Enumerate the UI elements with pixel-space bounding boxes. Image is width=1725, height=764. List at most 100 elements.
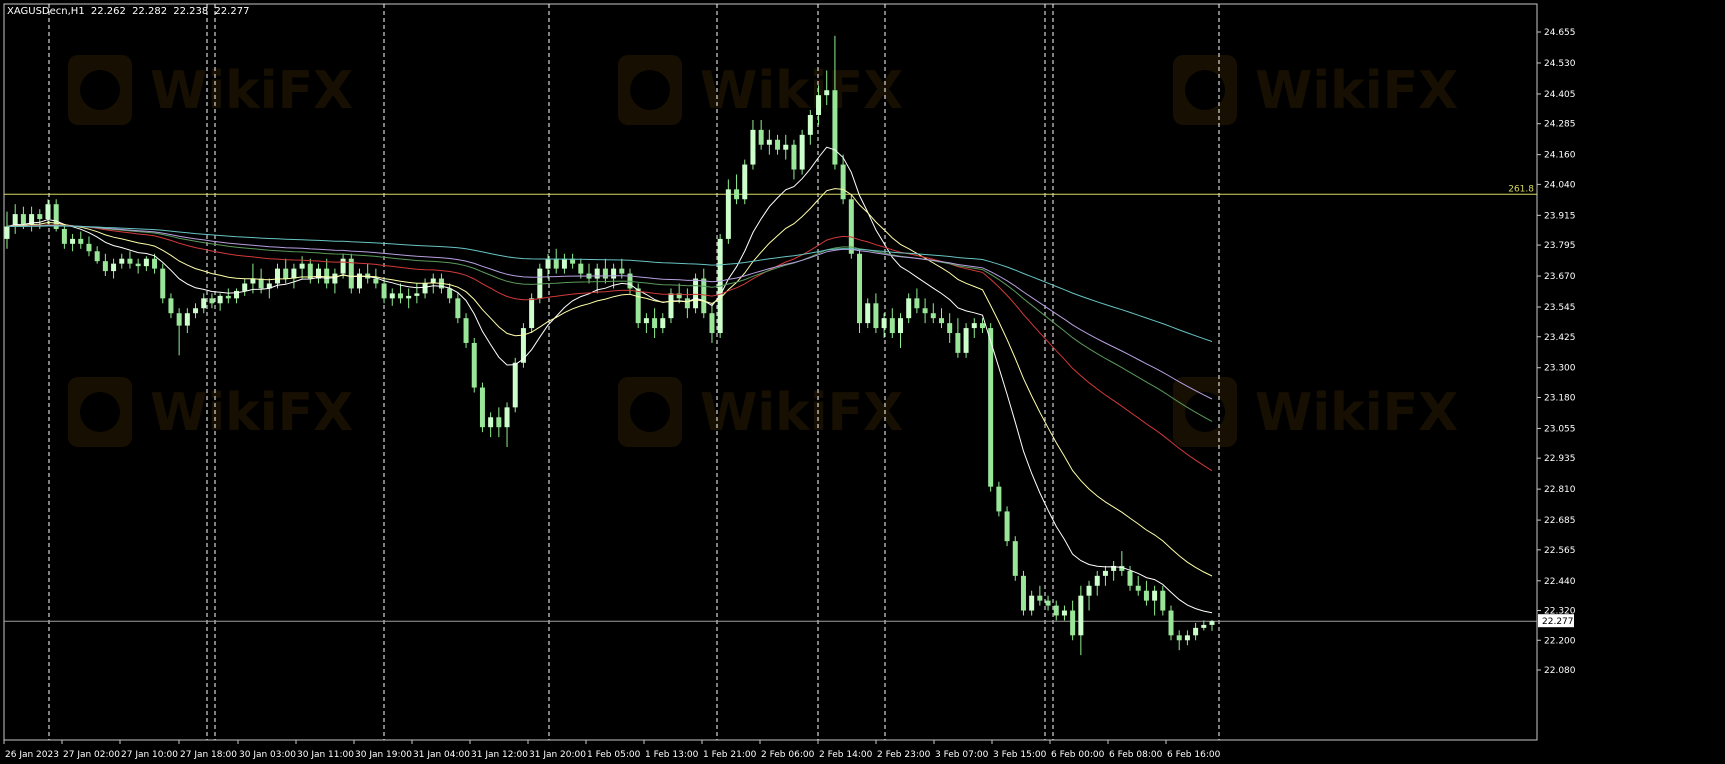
watermark-text: WikiFX [700, 383, 903, 443]
watermark-eagle-icon [80, 392, 120, 432]
time-label: 31 Jan 12:00 [471, 750, 528, 760]
price-tick-label: 22.810 [1544, 485, 1576, 495]
time-label: 26 Jan 2023 [5, 750, 59, 760]
watermark-text: WikiFX [700, 61, 903, 121]
chart-window[interactable]: XAGUSDecn,H1 22.262 22.282 22.238 22.277… [0, 0, 1725, 764]
candle-body [291, 268, 297, 279]
candle-body [242, 283, 248, 291]
price-tick-label: 23.425 [1544, 333, 1576, 343]
candle-body [791, 144, 797, 170]
candle-body [78, 238, 84, 244]
candle-body [299, 263, 305, 269]
candle-body [1193, 627, 1199, 636]
candle-body [1143, 590, 1149, 601]
candle-body [553, 258, 559, 269]
price-tick-label: 24.040 [1544, 180, 1576, 190]
candle-body [881, 318, 887, 329]
candle-body [971, 323, 977, 329]
price-tick-label: 22.685 [1544, 516, 1576, 526]
candle-body [955, 333, 961, 353]
candle-body [1127, 570, 1133, 586]
candle-body [1209, 621, 1215, 625]
candle-body [414, 293, 420, 296]
candle-body [889, 318, 895, 334]
candle-body [4, 226, 10, 239]
candle-body [324, 268, 330, 284]
candle-body [381, 283, 387, 299]
time-label: 27 Jan 10:00 [121, 750, 178, 760]
price-chart[interactable]: WikiFX WikiFX WikiFX WikiFX WikiFX WikiFX 24.6… [0, 0, 1725, 764]
price-tick-label: 24.285 [1544, 120, 1576, 130]
time-label: 1 Feb 13:00 [645, 750, 699, 760]
candle-body [635, 288, 641, 324]
watermark-1: WikiFX [618, 55, 903, 125]
price-tick-label: 23.055 [1544, 424, 1576, 434]
price-tick-label: 22.565 [1544, 546, 1576, 556]
time-label: 2 Feb 06:00 [761, 750, 815, 760]
candle-body [701, 278, 707, 314]
candle-body [389, 293, 395, 299]
candle-body [275, 268, 281, 284]
candle-body [447, 288, 453, 299]
candle-body [873, 303, 879, 329]
candle-body [86, 243, 92, 252]
watermark-2: WikiFX [1173, 55, 1458, 125]
price-tick-label: 23.545 [1544, 303, 1576, 313]
candle-body [102, 261, 108, 272]
price-tick-label: 22.080 [1544, 666, 1576, 676]
candle-body [832, 90, 838, 165]
candle-body [1078, 595, 1084, 636]
candle-body [545, 258, 551, 269]
price-tick-label: 24.160 [1544, 151, 1576, 161]
candle-body [1160, 590, 1166, 611]
candle-body [479, 387, 485, 428]
candle-body [1176, 635, 1182, 641]
candle-body [594, 268, 600, 279]
candle-body [455, 298, 461, 319]
candle-body [332, 273, 338, 284]
candle-body [898, 318, 904, 334]
candle-body [340, 258, 346, 274]
candle-body [1029, 595, 1035, 611]
candle-body [127, 258, 133, 264]
fib-level-label: 261.8 [1508, 184, 1534, 194]
candle-body [184, 313, 190, 326]
candle-body [947, 323, 953, 334]
price-tick-label: 24.530 [1544, 59, 1576, 69]
candle-body [693, 278, 699, 309]
candle-body [1070, 610, 1076, 636]
candle-body [799, 134, 805, 170]
time-label: 6 Feb 08:00 [1109, 750, 1163, 760]
watermark-text: WikiFX [150, 383, 353, 443]
candle-body [611, 268, 617, 279]
time-label: 3 Feb 15:00 [993, 750, 1047, 760]
candle-body [652, 318, 658, 329]
watermark-eagle-icon [80, 70, 120, 110]
candle-body [61, 228, 67, 244]
candle-body [397, 293, 403, 299]
watermark-eagle-icon [630, 70, 670, 110]
candle-body [406, 295, 412, 299]
candle-body [488, 417, 494, 428]
candle-body [742, 164, 748, 200]
candle-body [529, 298, 535, 329]
candle-body [152, 258, 158, 269]
candle-body [496, 417, 502, 428]
candle-body [561, 258, 567, 269]
candle-body [758, 129, 764, 145]
candle-body [1037, 595, 1043, 601]
candle-body [1184, 635, 1190, 641]
time-label: 3 Feb 07:00 [935, 750, 989, 760]
candle-body [922, 308, 928, 314]
candle-body [1201, 624, 1207, 628]
candle-body [783, 144, 789, 150]
candle-body [1061, 610, 1067, 616]
candle-body [807, 115, 813, 135]
candle-body [1168, 610, 1174, 636]
candle-body [857, 253, 863, 324]
candle-body [143, 258, 149, 267]
time-label: 30 Jan 19:00 [355, 750, 412, 760]
time-label: 2 Feb 23:00 [877, 750, 931, 760]
candle-body [201, 298, 207, 309]
candle-body [914, 298, 920, 309]
